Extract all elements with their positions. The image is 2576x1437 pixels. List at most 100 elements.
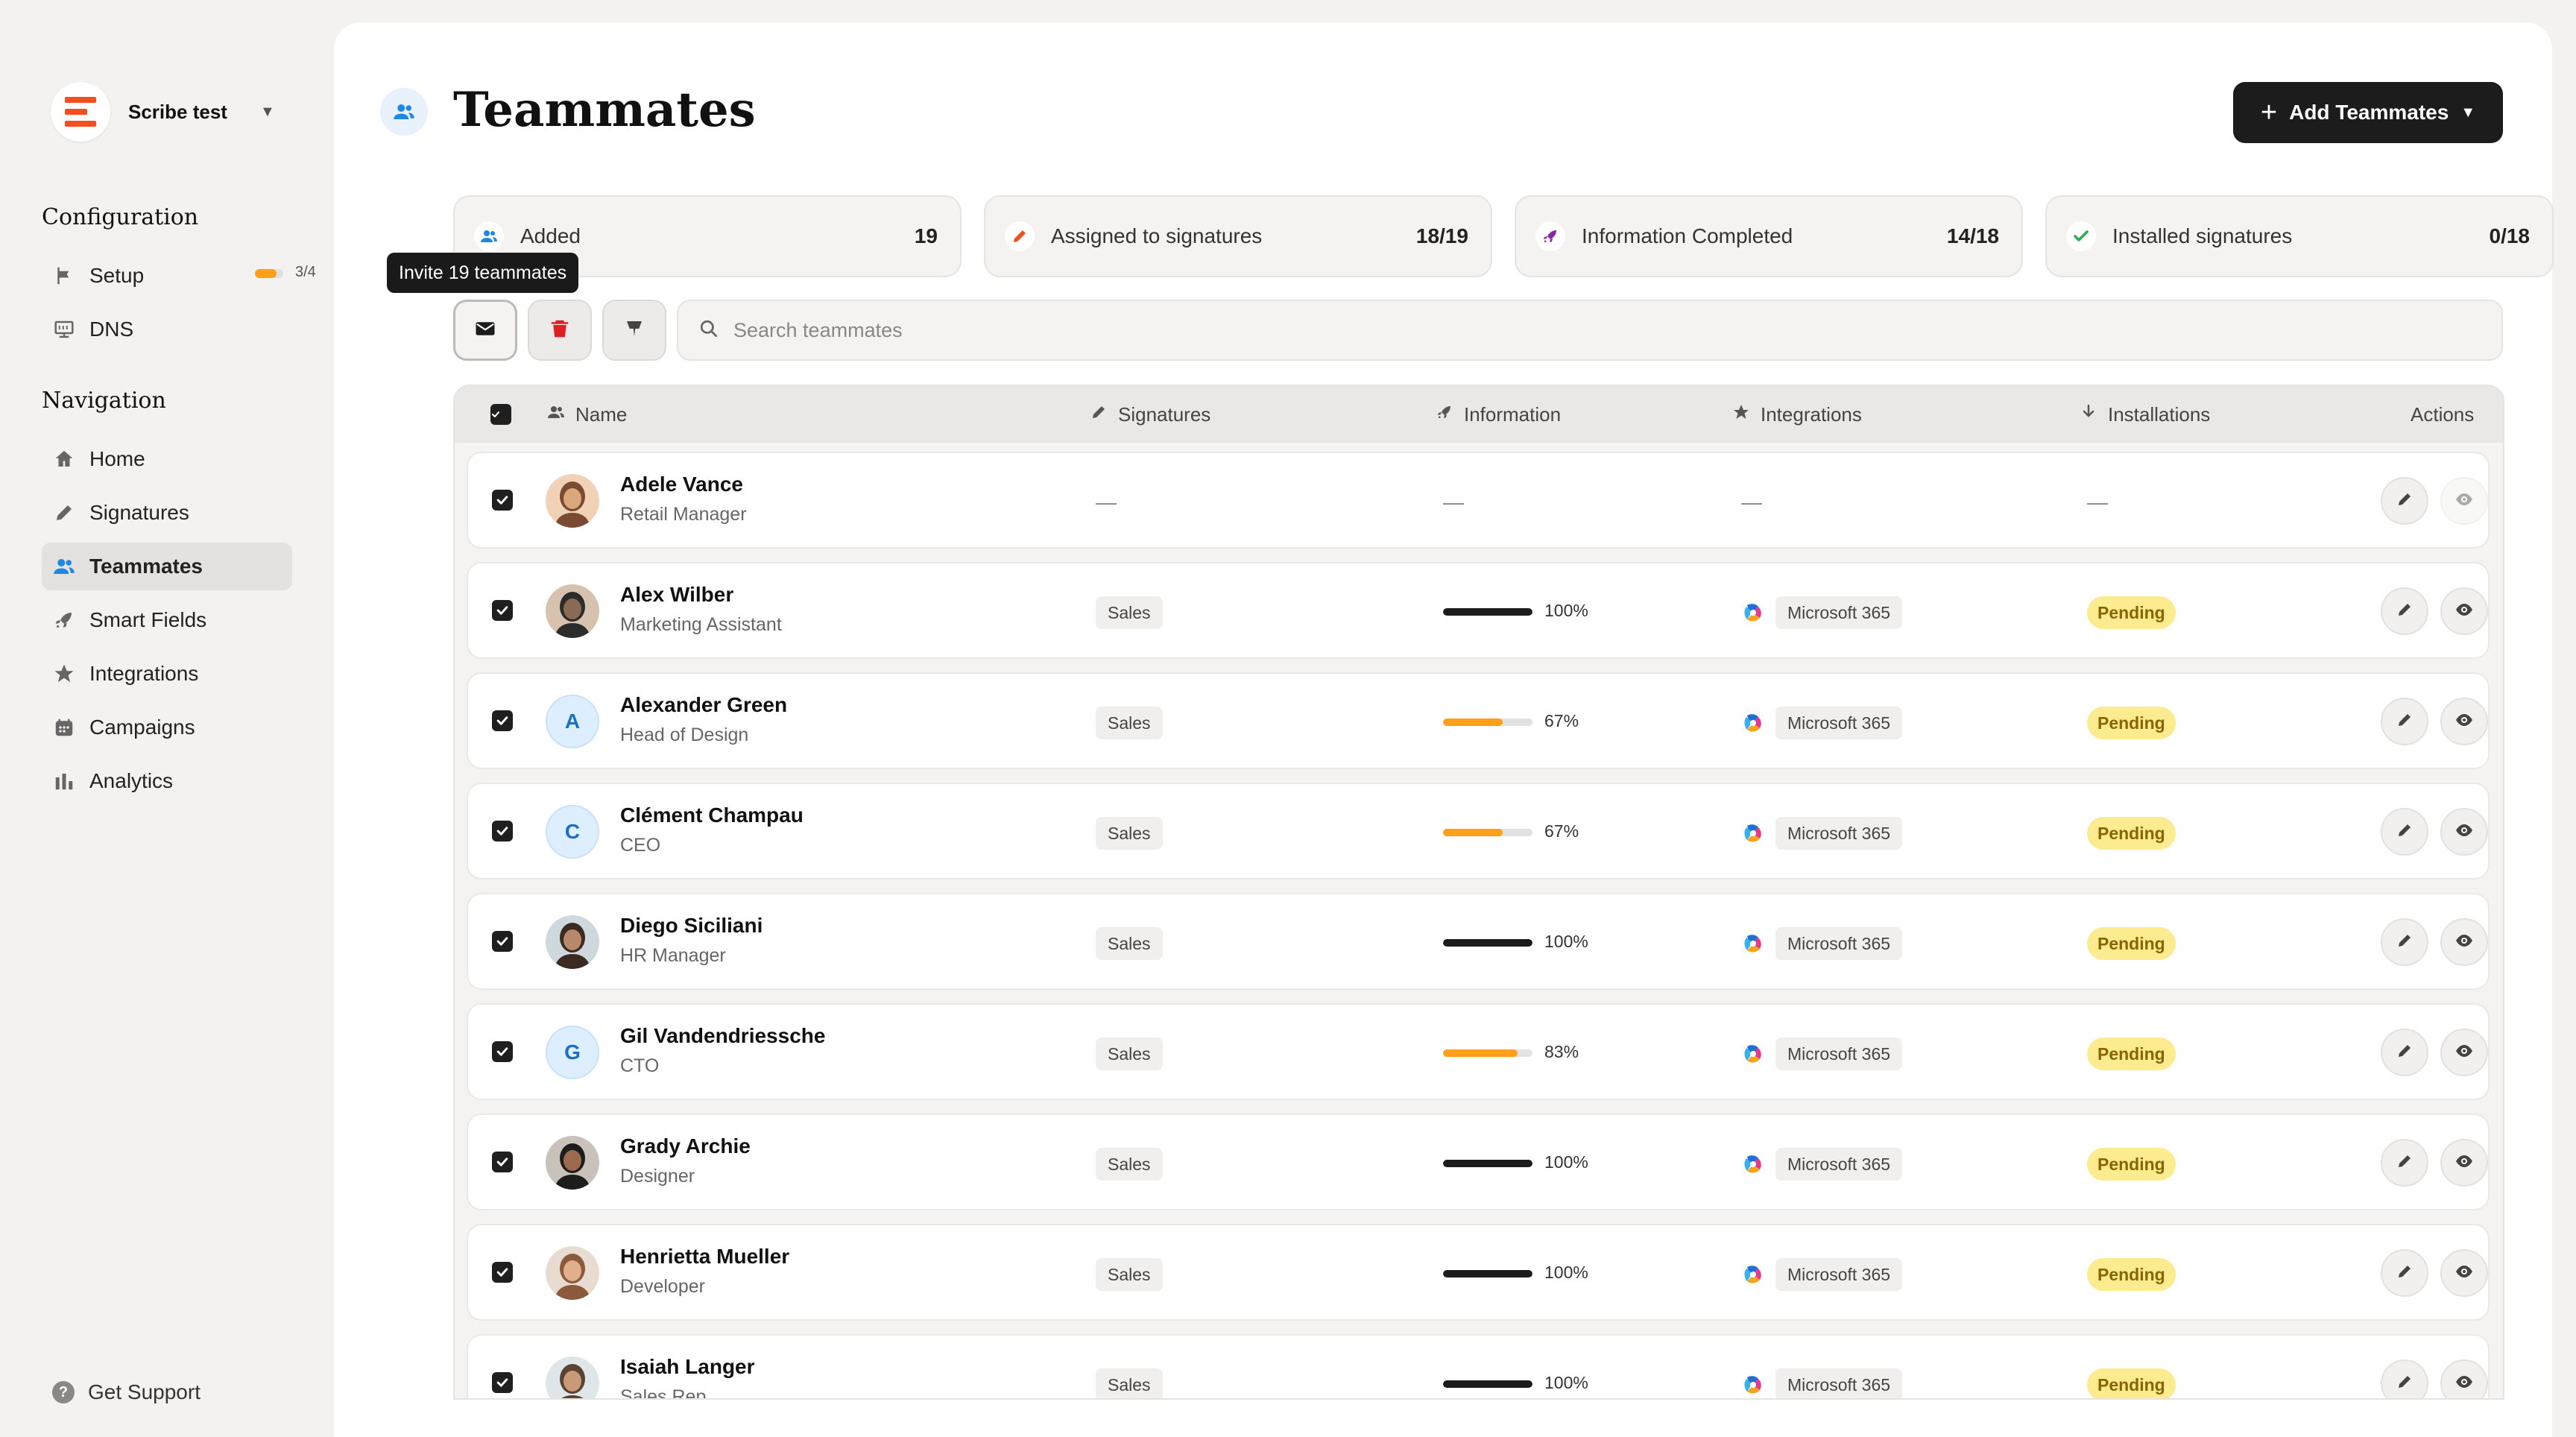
teammate-name[interactable]: Diego Siciliani — [620, 914, 763, 938]
avatar — [546, 1357, 599, 1398]
delete-button[interactable] — [528, 300, 592, 361]
row-checkbox[interactable] — [492, 710, 513, 731]
row-checkbox[interactable] — [492, 1372, 513, 1393]
row-checkbox[interactable] — [492, 600, 513, 621]
preview-button[interactable] — [2440, 1249, 2488, 1297]
stat-card-information: Information Completed 14/18 — [1515, 195, 2023, 277]
column-header-installations[interactable]: Installations — [2080, 386, 2210, 443]
signature-tag[interactable]: Sales — [1096, 1148, 1163, 1181]
edit-button[interactable] — [2381, 1139, 2428, 1187]
column-header-information[interactable]: Information — [1436, 386, 1561, 443]
edit-button[interactable] — [2381, 1359, 2428, 1398]
invite-button[interactable] — [453, 300, 517, 361]
signature-tag[interactable]: Sales — [1096, 927, 1163, 960]
sidebar-item-analytics[interactable]: Analytics — [42, 757, 292, 805]
search-bar[interactable] — [677, 300, 2503, 361]
preview-button[interactable] — [2440, 1139, 2488, 1187]
edit-button[interactable] — [2381, 918, 2428, 966]
teammate-name[interactable]: Clément Champau — [620, 803, 804, 827]
table-row[interactable]: A Alexander Green Head of Design Sales 6… — [467, 672, 2490, 769]
workspace-logo — [51, 82, 110, 142]
teammate-name[interactable]: Gil Vandendriessche — [620, 1024, 825, 1048]
pencil-icon — [2396, 601, 2414, 622]
information-progress-bar — [1443, 1049, 1532, 1057]
signature-tag[interactable]: Sales — [1096, 596, 1163, 629]
table-row[interactable]: G Gil Vandendriessche CTO Sales 83% Micr… — [467, 1003, 2490, 1100]
select-all-checkbox[interactable] — [490, 386, 511, 443]
preview-button[interactable] — [2440, 1359, 2488, 1398]
sidebar-item-signatures[interactable]: Signatures — [42, 489, 292, 537]
row-checkbox[interactable] — [492, 490, 513, 511]
avatar — [546, 584, 599, 638]
pencil-icon — [2396, 711, 2414, 733]
add-teammates-button[interactable]: + Add Teammates ▼ — [2233, 82, 2503, 143]
row-checkbox[interactable] — [492, 1041, 513, 1062]
search-input[interactable] — [733, 318, 2224, 342]
preview-button[interactable] — [2440, 587, 2488, 635]
workspace-switcher[interactable]: Scribe test ▼ — [51, 82, 275, 142]
sidebar-item-label: Home — [89, 447, 145, 470]
table-row[interactable]: C Clément Champau CEO Sales 67% Microsof… — [467, 783, 2490, 879]
add-teammates-label: Add Teammates — [2289, 101, 2449, 124]
assign-signature-button[interactable] — [602, 300, 666, 361]
teammate-name[interactable]: Isaiah Langer — [620, 1355, 755, 1379]
table-row[interactable]: Grady Archie Designer Sales 100% Microso… — [467, 1114, 2490, 1210]
preview-button[interactable] — [2440, 918, 2488, 966]
signature-tag[interactable]: Sales — [1096, 707, 1163, 739]
row-checkbox[interactable] — [492, 1262, 513, 1283]
information-percent: 100% — [1544, 1152, 1588, 1172]
signature-tag[interactable]: Sales — [1096, 817, 1163, 850]
sidebar-item-campaigns[interactable]: Campaigns — [42, 704, 292, 751]
column-header-actions: Actions — [2411, 402, 2475, 426]
table-row[interactable]: Isaiah Langer Sales Rep Sales 100% Micro… — [467, 1334, 2490, 1398]
row-checkbox[interactable] — [492, 931, 513, 952]
information-percent: 83% — [1544, 1042, 1579, 1061]
column-header-signatures[interactable]: Signatures — [1090, 386, 1210, 443]
microsoft-365-icon — [1741, 932, 1767, 957]
column-header-integrations[interactable]: Integrations — [1732, 386, 1862, 443]
teammate-role: CTO — [620, 1055, 660, 1076]
sidebar-item-smart-fields[interactable]: Smart Fields — [42, 596, 292, 644]
row-checkbox[interactable] — [492, 1152, 513, 1172]
signature-tag[interactable]: Sales — [1096, 1368, 1163, 1398]
microsoft-365-icon — [1741, 821, 1767, 847]
teammate-name[interactable]: Grady Archie — [620, 1134, 751, 1158]
edit-button[interactable] — [2381, 1249, 2428, 1297]
edit-button[interactable] — [2381, 808, 2428, 856]
edit-button[interactable] — [2381, 587, 2428, 635]
get-support-link[interactable]: ? Get Support — [52, 1380, 201, 1404]
status-badge: Pending — [2087, 1258, 2176, 1291]
information-percent: 100% — [1544, 1263, 1588, 1282]
teammate-name[interactable]: Alex Wilber — [620, 583, 733, 607]
sidebar-item-integrations[interactable]: Integrations — [42, 650, 292, 698]
rocket-icon — [1535, 221, 1565, 251]
edit-button[interactable] — [2381, 698, 2428, 745]
teammate-name[interactable]: Adele Vance — [620, 473, 743, 496]
preview-button[interactable] — [2440, 698, 2488, 745]
edit-button[interactable] — [2381, 477, 2428, 525]
signature-tag[interactable]: Sales — [1096, 1258, 1163, 1291]
table-row[interactable]: Adele Vance Retail Manager — — — — — [467, 452, 2490, 549]
signature-tag[interactable]: Sales — [1096, 1038, 1163, 1070]
table-row[interactable]: Diego Siciliani HR Manager Sales 100% Mi… — [467, 893, 2490, 990]
row-checkbox[interactable] — [492, 821, 513, 841]
table-row[interactable]: Henrietta Mueller Developer Sales 100% M… — [467, 1224, 2490, 1321]
sidebar-item-teammates[interactable]: Teammates — [42, 543, 292, 590]
column-header-name[interactable]: Name — [547, 386, 627, 443]
teammate-name[interactable]: Henrietta Mueller — [620, 1245, 789, 1269]
preview-button[interactable] — [2440, 1029, 2488, 1076]
sidebar-item-setup[interactable]: Setup 3/4 — [42, 252, 316, 300]
information-progress-bar — [1443, 939, 1532, 947]
sidebar-item-home[interactable]: Home — [42, 435, 292, 483]
setup-progress-count: 3/4 — [295, 264, 316, 280]
sidebar-item-dns[interactable]: DNS — [42, 306, 292, 353]
preview-button[interactable] — [2440, 477, 2488, 525]
teammate-name[interactable]: Alexander Green — [620, 693, 787, 717]
table-row[interactable]: Alex Wilber Marketing Assistant Sales 10… — [467, 562, 2490, 659]
preview-button[interactable] — [2440, 808, 2488, 856]
teammate-role: CEO — [620, 835, 661, 856]
sidebar-item-label: Smart Fields — [89, 608, 207, 631]
edit-button[interactable] — [2381, 1029, 2428, 1076]
avatar: A — [546, 695, 599, 748]
avatar — [546, 474, 599, 528]
